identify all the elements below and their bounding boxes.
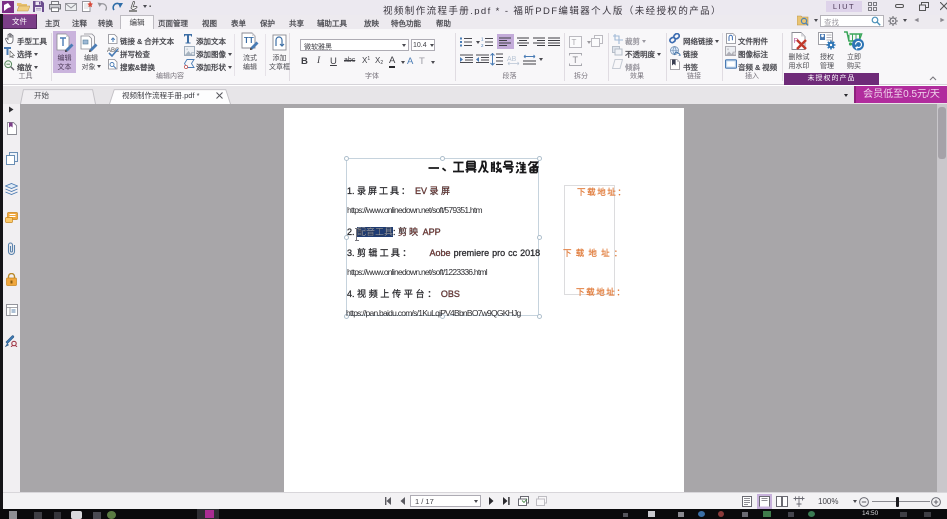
svg-text:T: T — [573, 55, 579, 65]
svg-text:AB: AB — [507, 56, 517, 63]
svg-text:T: T — [572, 38, 577, 47]
svg-text:2: 2 — [481, 43, 484, 47]
svg-text:1: 1 — [481, 37, 484, 42]
svg-text:TT: TT — [244, 36, 254, 45]
